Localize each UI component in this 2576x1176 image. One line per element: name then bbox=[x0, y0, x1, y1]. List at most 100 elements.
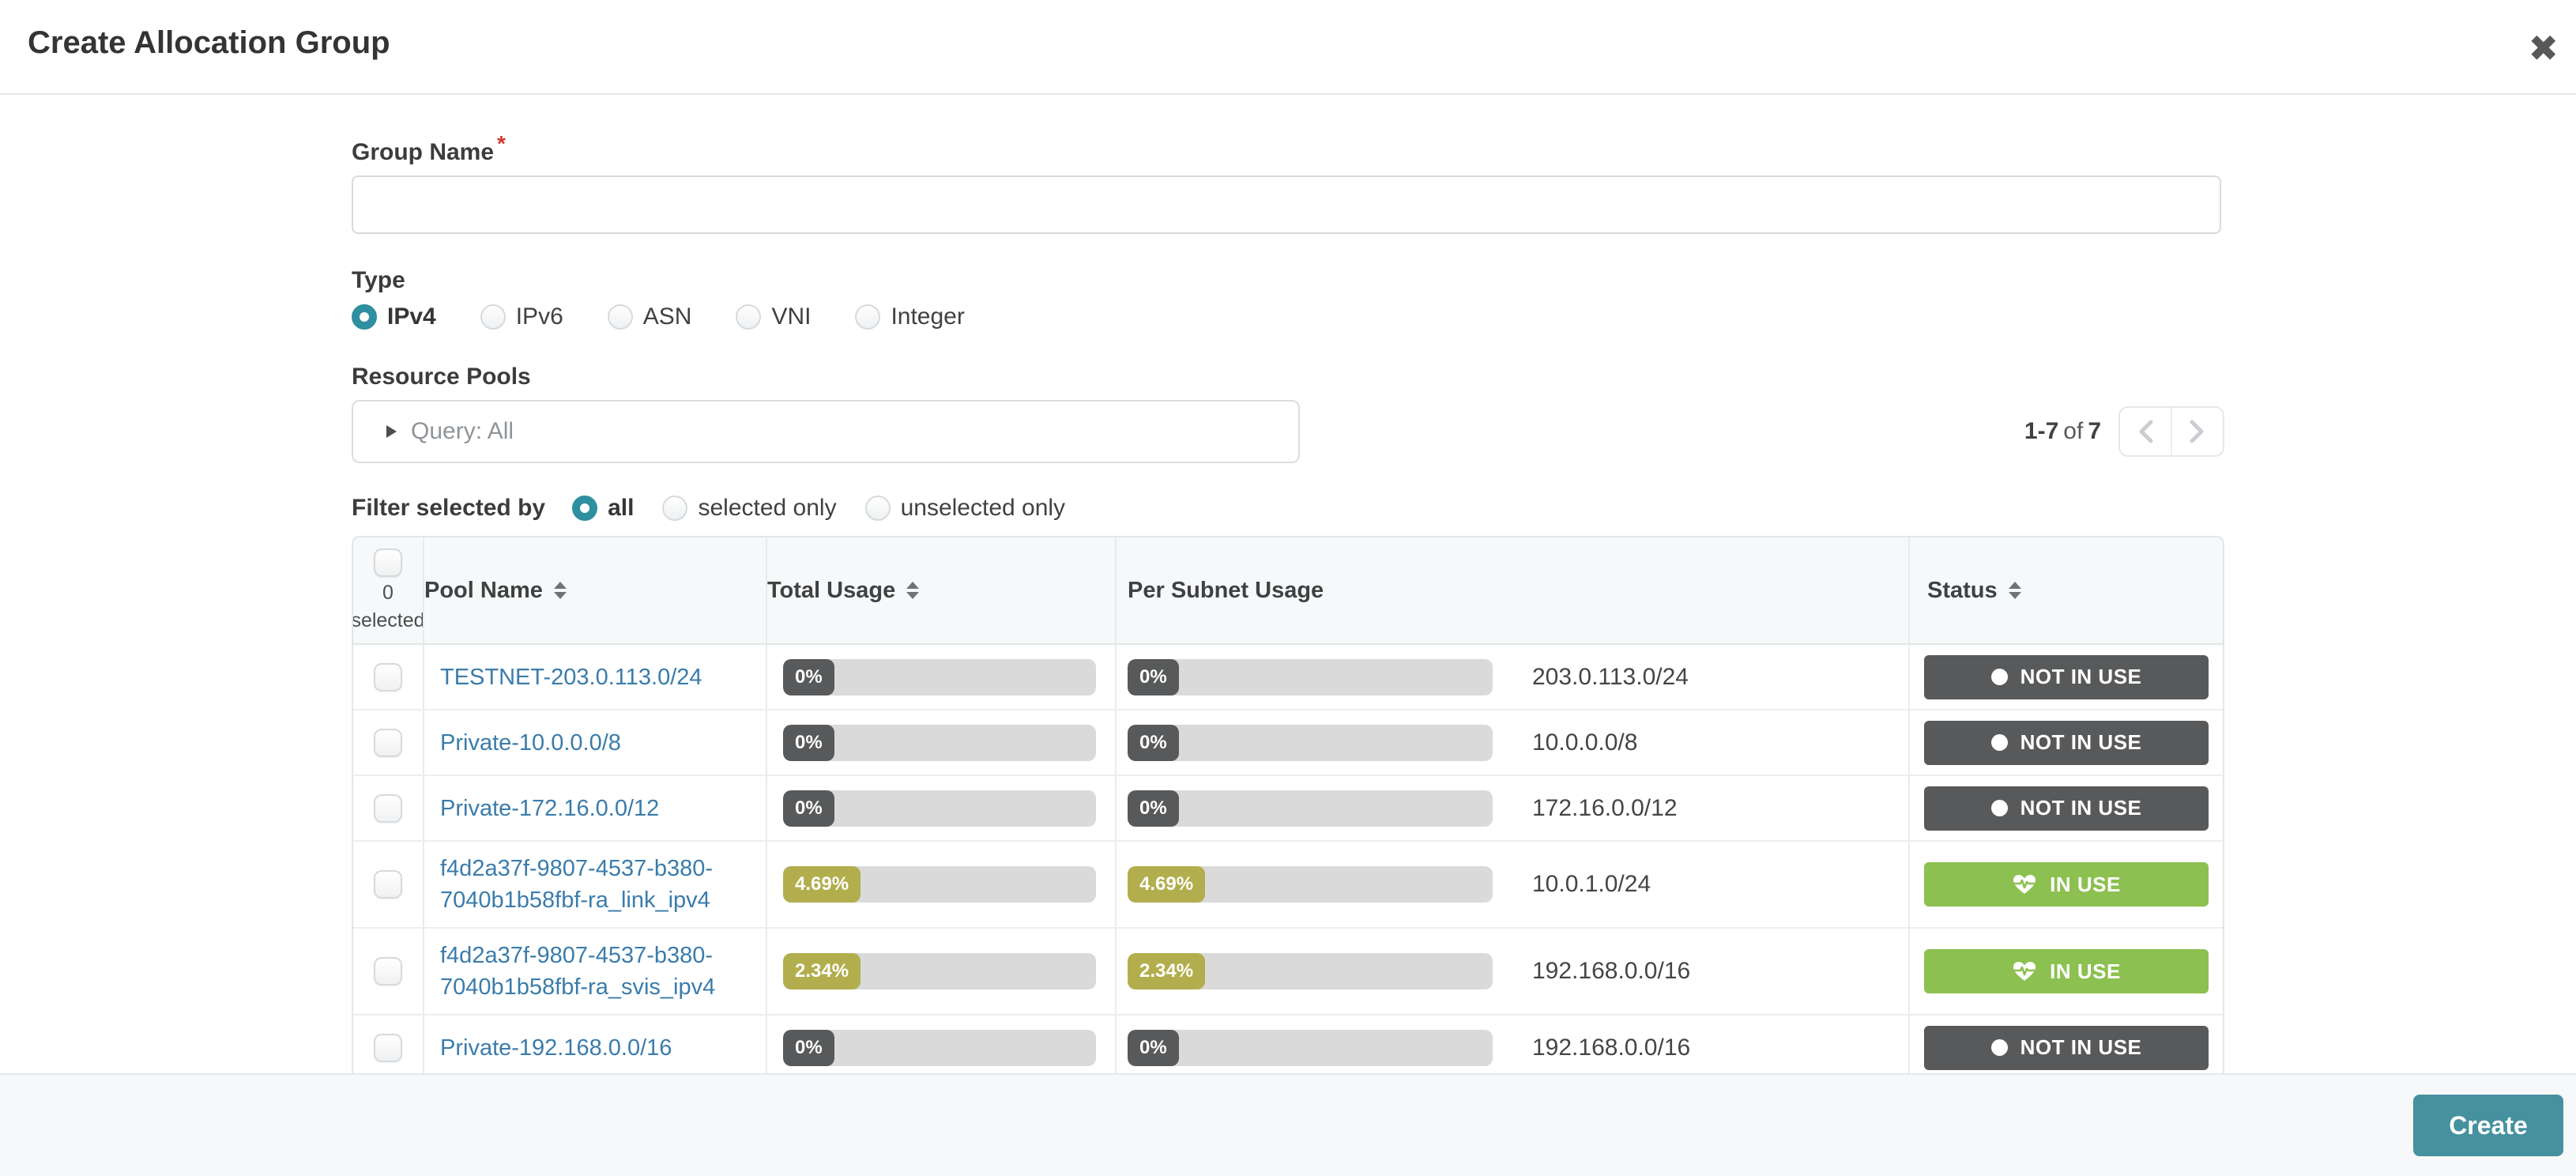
sort-icon[interactable] bbox=[554, 582, 567, 599]
subnet-cidr: 172.16.0.0/12 bbox=[1532, 795, 1678, 822]
table-row: Private-10.0.0.0/8 0% 0% 10.0.0.0/8 bbox=[353, 710, 2223, 776]
modal-header: Create Allocation Group ✖ bbox=[0, 0, 2576, 95]
status-label: NOT IN USE bbox=[2021, 796, 2142, 820]
filter-selected-row: Filter selected by all selected only uns… bbox=[352, 495, 2224, 522]
chevron-right-icon bbox=[2189, 419, 2206, 444]
resource-pools-label: Resource Pools bbox=[352, 364, 2224, 390]
create-button[interactable]: Create bbox=[2413, 1095, 2563, 1156]
per-subnet-usage-value: 0% bbox=[1128, 790, 1179, 827]
row-checkbox[interactable] bbox=[374, 794, 402, 823]
type-radio-integer[interactable]: Integer bbox=[855, 303, 964, 330]
filter-radio-selected-only[interactable]: selected only bbox=[662, 495, 836, 522]
total-usage-bar: 0% bbox=[783, 1030, 1096, 1066]
query-expander[interactable]: Query: All bbox=[352, 400, 1300, 463]
modal-footer: Create bbox=[0, 1073, 2576, 1176]
total-usage-bar: 0% bbox=[783, 725, 1096, 761]
status-label: IN USE bbox=[2050, 873, 2121, 897]
radio-icon bbox=[865, 496, 891, 521]
total-usage-value: 0% bbox=[783, 659, 834, 695]
radio-icon bbox=[608, 304, 633, 330]
status-badge: IN USE bbox=[1924, 862, 2209, 906]
row-checkbox[interactable] bbox=[374, 870, 402, 899]
heart-pulse-icon bbox=[2012, 873, 2037, 895]
table-row: Private-172.16.0.0/12 0% 0% 172.16.0.0/1… bbox=[353, 776, 2223, 842]
status-label: NOT IN USE bbox=[2021, 665, 2142, 689]
row-checkbox[interactable] bbox=[374, 1034, 402, 1062]
pool-name-link[interactable]: Private-172.16.0.0/12 bbox=[424, 782, 670, 835]
per-subnet-usage-value: 0% bbox=[1128, 659, 1179, 695]
query-text: Query: All bbox=[411, 418, 514, 445]
query-row: Query: All 1-7of7 bbox=[352, 400, 2224, 463]
pagination: 1-7of7 bbox=[2024, 406, 2224, 457]
radio-icon bbox=[572, 496, 597, 521]
column-header-total-usage[interactable]: Total Usage bbox=[766, 537, 1115, 643]
filter-radio-unselected-only[interactable]: unselected only bbox=[865, 495, 1065, 522]
per-subnet-usage-bar: 0% bbox=[1128, 659, 1493, 695]
row-checkbox[interactable] bbox=[374, 957, 402, 986]
dot-icon bbox=[1991, 669, 2008, 685]
caret-right-icon bbox=[386, 425, 397, 438]
prev-page-button[interactable] bbox=[2120, 408, 2171, 455]
table-row: Private-192.168.0.0/16 0% 0% 192.168.0.0… bbox=[353, 1016, 2223, 1076]
status-label: IN USE bbox=[2050, 959, 2121, 984]
per-subnet-usage-value: 4.69% bbox=[1128, 866, 1205, 903]
filter-selected-label: Filter selected by bbox=[352, 495, 545, 522]
type-label: Type bbox=[352, 267, 2224, 294]
group-name-field: Group Name* bbox=[352, 131, 2224, 234]
status-badge: NOT IN USE bbox=[1924, 721, 2209, 765]
status-label: NOT IN USE bbox=[2021, 730, 2142, 755]
pool-name-link[interactable]: f4d2a37f-9807-4537-b380-7040b1b58fbf-ra_… bbox=[424, 842, 766, 927]
column-header-status[interactable]: Status bbox=[1908, 537, 2223, 643]
radio-icon bbox=[352, 304, 377, 330]
per-subnet-usage-bar: 0% bbox=[1128, 725, 1493, 761]
sort-icon[interactable] bbox=[906, 582, 919, 599]
pool-name-link[interactable]: Private-10.0.0.0/8 bbox=[424, 716, 632, 770]
row-checkbox[interactable] bbox=[374, 663, 402, 692]
heart-pulse-icon bbox=[2012, 960, 2037, 982]
subnet-cidr: 10.0.1.0/24 bbox=[1532, 871, 1651, 898]
total-usage-value: 4.69% bbox=[783, 866, 861, 903]
table-row: TESTNET-203.0.113.0/24 0% 0% 203.0.113.0… bbox=[353, 645, 2223, 710]
close-icon[interactable]: ✖ bbox=[2528, 30, 2559, 66]
status-badge: NOT IN USE bbox=[1924, 655, 2209, 699]
radio-icon bbox=[736, 304, 761, 330]
total-usage-bar: 2.34% bbox=[783, 953, 1096, 989]
table-row: f4d2a37f-9807-4537-b380-7040b1b58fbf-ra_… bbox=[353, 929, 2223, 1016]
filter-radio-all[interactable]: all bbox=[572, 495, 634, 522]
type-radio-ipv4[interactable]: IPv4 bbox=[352, 303, 436, 330]
pool-name-link[interactable]: Private-192.168.0.0/16 bbox=[424, 1021, 683, 1075]
dot-icon bbox=[1991, 1039, 2008, 1056]
pool-name-link[interactable]: TESTNET-203.0.113.0/24 bbox=[424, 650, 714, 704]
column-header-pool-name[interactable]: Pool Name bbox=[423, 537, 766, 643]
pagination-range: 1-7of7 bbox=[2024, 418, 2101, 445]
total-usage-value: 0% bbox=[783, 1030, 834, 1066]
type-radio-asn[interactable]: ASN bbox=[608, 303, 692, 330]
type-radio-ipv6[interactable]: IPv6 bbox=[480, 303, 563, 330]
per-subnet-usage-value: 0% bbox=[1128, 1030, 1179, 1066]
pool-name-link[interactable]: f4d2a37f-9807-4537-b380-7040b1b58fbf-ra_… bbox=[424, 929, 766, 1014]
total-usage-value: 2.34% bbox=[783, 953, 861, 989]
table-header-row: 0 selected Pool Name Total Usage Per Sub… bbox=[353, 537, 2223, 645]
group-name-input[interactable] bbox=[352, 175, 2221, 234]
selected-count: 0 bbox=[382, 582, 394, 605]
pagination-buttons bbox=[2118, 406, 2224, 457]
type-radio-vni[interactable]: VNI bbox=[736, 303, 811, 330]
status-badge: NOT IN USE bbox=[1924, 1026, 2209, 1070]
required-asterisk: * bbox=[497, 131, 506, 156]
total-usage-bar: 0% bbox=[783, 659, 1096, 695]
create-allocation-group-modal: Create Allocation Group ✖ Group Name* Ty… bbox=[0, 0, 2576, 1176]
status-badge: NOT IN USE bbox=[1924, 786, 2209, 831]
select-all-checkbox[interactable] bbox=[374, 548, 402, 577]
per-subnet-usage-bar: 0% bbox=[1128, 790, 1493, 827]
total-usage-value: 0% bbox=[783, 790, 834, 827]
type-radio-group: IPv4 IPv6 ASN VNI Integer bbox=[352, 303, 2224, 330]
sort-icon[interactable] bbox=[2009, 582, 2021, 599]
per-subnet-usage-value: 2.34% bbox=[1128, 953, 1205, 989]
total-usage-bar: 4.69% bbox=[783, 866, 1096, 903]
per-subnet-usage-bar: 2.34% bbox=[1128, 953, 1493, 989]
subnet-cidr: 192.168.0.0/16 bbox=[1532, 958, 1690, 985]
row-checkbox[interactable] bbox=[374, 729, 402, 757]
subnet-cidr: 203.0.113.0/24 bbox=[1532, 664, 1689, 691]
radio-icon bbox=[662, 496, 687, 521]
next-page-button[interactable] bbox=[2171, 408, 2223, 455]
